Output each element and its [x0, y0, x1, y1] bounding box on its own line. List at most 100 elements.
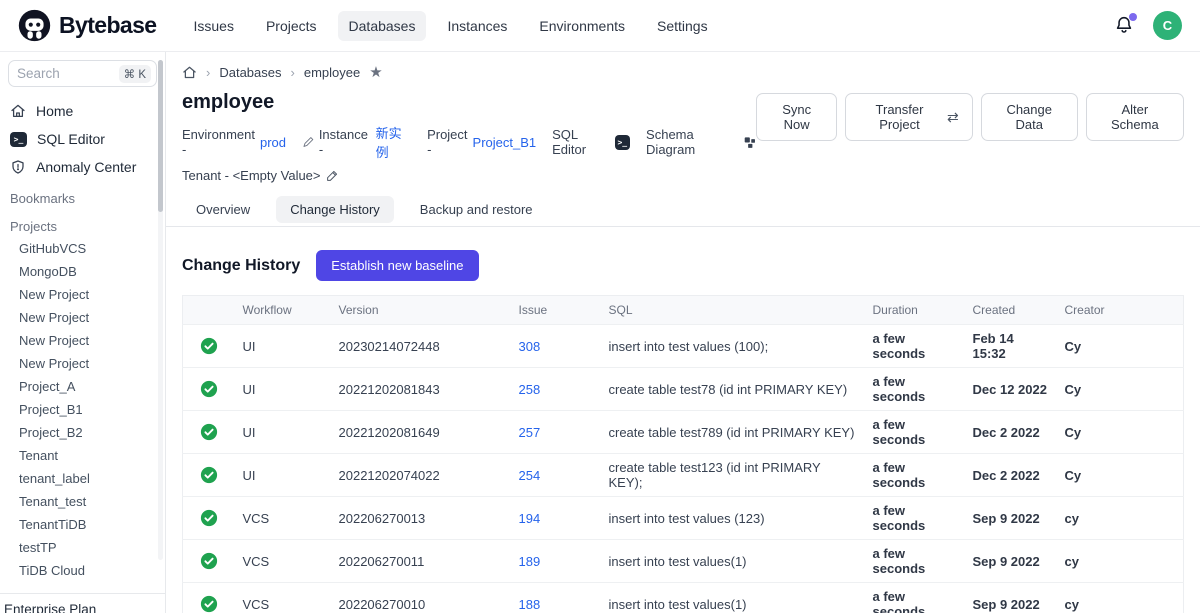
shield-icon [10, 159, 26, 175]
instance-link[interactable]: 新实例 [376, 123, 411, 161]
avatar[interactable]: C [1153, 11, 1182, 40]
sidebar-item-sql-editor[interactable]: >_ SQL Editor [0, 125, 165, 153]
environment-label: Environment - [182, 127, 255, 157]
cell-workflow: UI [235, 368, 331, 411]
table-row[interactable]: UI20230214072448308insert into test valu… [183, 325, 1184, 368]
sidebar-project-tenant-label[interactable]: tenant_label [0, 467, 165, 490]
table-row[interactable]: UI20221202081843 258 create table test78 (… [183, 368, 1184, 411]
sidebar-project-new-project[interactable]: New Project [0, 306, 165, 329]
sidebar-project-new-project[interactable]: New Project [0, 329, 165, 352]
home-icon[interactable] [182, 65, 197, 80]
nav-item-instances[interactable]: Instances [436, 11, 518, 41]
issue-link[interactable]: 254 [519, 468, 541, 483]
section-title: Change History [182, 257, 300, 275]
transfer-project-button[interactable]: Transfer Project⇄ [845, 93, 973, 141]
project-link[interactable]: Project_B1 [473, 135, 537, 150]
issue-link[interactable]: 189 [519, 554, 541, 569]
sidebar-item-label: Anomaly Center [36, 159, 136, 175]
issue-link[interactable]: 257 [519, 425, 541, 440]
tab-bar: Overview Change History Backup and restore [166, 196, 1200, 227]
tab-backup-and-restore[interactable]: Backup and restore [406, 196, 547, 223]
issue-link[interactable]: 258 [519, 382, 541, 397]
tenant-meta: Tenant - <Empty Value> [182, 168, 339, 183]
tab-overview[interactable]: Overview [182, 196, 264, 223]
breadcrumb: › Databases › employee ★ [182, 65, 1184, 80]
table-row[interactable]: UI20221202074022254create table test123 … [183, 454, 1184, 497]
cell-version: 20221202074022 [331, 454, 511, 497]
cell-sql: insert into test values(1) [601, 583, 865, 613]
page-title: employee [182, 91, 756, 114]
cell-version: 20221202081843 [331, 368, 511, 411]
table-row[interactable]: VCS202206270013194insert into test value… [183, 497, 1184, 540]
schema-diagram-label: Schema Diagram [646, 127, 738, 157]
sidebar-project-project-a[interactable]: Project_A [0, 375, 165, 398]
nav-item-issues[interactable]: Issues [182, 11, 244, 41]
search-input[interactable] [17, 66, 95, 81]
search-shortcut-badge: ⌘ K [119, 65, 151, 83]
cell-creator: cy [1057, 540, 1184, 583]
sidebar-project-project-b1[interactable]: Project_B1 [0, 398, 165, 421]
sidebar-project-tenanttidb[interactable]: TenantTiDB [0, 513, 165, 536]
edit-pencil-icon[interactable] [326, 169, 339, 182]
sidebar-project-githubvcs[interactable]: GitHubVCS [0, 237, 165, 260]
change-data-button[interactable]: Change Data [981, 93, 1078, 141]
brand-name: Bytebase [59, 12, 156, 39]
issue-link[interactable]: 188 [519, 597, 541, 612]
breadcrumb-employee[interactable]: employee [304, 65, 360, 80]
issue-link[interactable]: 308 [519, 339, 541, 354]
enterprise-plan[interactable]: Enterprise Plan [0, 593, 165, 613]
column-header-sql: SQL [601, 296, 865, 325]
sidebar-project-project-b2[interactable]: Project_B2 [0, 421, 165, 444]
alter-schema-button[interactable]: Alter Schema [1086, 93, 1184, 141]
nav-item-projects[interactable]: Projects [255, 11, 328, 41]
cell-created: Dec 2 2022 [965, 411, 1057, 454]
cell-creator: Cy [1057, 325, 1184, 368]
topnav-items: Issues Projects Databases Instances Environm… [182, 11, 718, 41]
column-header-status [183, 296, 235, 325]
notification-bell[interactable] [1113, 14, 1137, 38]
sync-now-button[interactable]: Sync Now [756, 93, 837, 141]
cell-status [183, 497, 235, 540]
brand-logo[interactable]: Bytebase [18, 9, 156, 42]
tabs: Overview Change History Backup and restore [182, 196, 1184, 223]
establish-baseline-button[interactable]: Establish new baseline [316, 250, 478, 281]
cell-issue: 189 [511, 540, 601, 583]
sidebar-scrollbar-thumb[interactable] [158, 60, 163, 212]
sidebar-project-mongodb[interactable]: MongoDB [0, 260, 165, 283]
tab-change-history[interactable]: Change History [276, 196, 394, 223]
sql-editor-label: SQL Editor [552, 127, 609, 157]
meta-line-2: Tenant - <Empty Value> [182, 168, 756, 183]
nav-item-databases[interactable]: Databases [338, 11, 427, 41]
breadcrumb-databases[interactable]: Databases [219, 65, 281, 80]
success-check-icon [200, 337, 218, 355]
nav-item-environments[interactable]: Environments [528, 11, 636, 41]
column-header-created: Created [965, 296, 1057, 325]
cell-sql: create table test78 (id int PRIMARY KEY) [601, 368, 865, 411]
sidebar-project-tenant-test[interactable]: Tenant_test [0, 490, 165, 513]
table-row[interactable]: VCS202206270010188insert into test value… [183, 583, 1184, 613]
nav-item-settings[interactable]: Settings [646, 11, 719, 41]
search-box[interactable]: ⌘ K [8, 60, 157, 87]
sql-editor-meta[interactable]: SQL Editor >_ [552, 127, 630, 157]
schema-diagram-meta[interactable]: Schema Diagram [646, 127, 756, 157]
sidebar-item-anomaly-center[interactable]: Anomaly Center [0, 153, 165, 181]
page-header: employee Environment - prod Instance - 新… [182, 80, 1184, 183]
sidebar-project-tenant[interactable]: Tenant [0, 444, 165, 467]
success-check-icon [200, 509, 218, 527]
cell-sql: insert into test values (123) [601, 497, 865, 540]
sidebar-project-tidb-cloud[interactable]: TiDB Cloud [0, 559, 165, 582]
sidebar-project-testtp[interactable]: testTP [0, 536, 165, 559]
cell-created: Sep 9 2022 [965, 583, 1057, 613]
topbar-right: C [1113, 11, 1182, 40]
sidebar-project-new-project[interactable]: New Project [0, 283, 165, 306]
sidebar-item-home[interactable]: Home [0, 97, 165, 125]
cell-sql: insert into test values (100); [601, 325, 865, 368]
table-row[interactable]: VCS202206270011189insert into test value… [183, 540, 1184, 583]
sidebar-project-new-project[interactable]: New Project [0, 352, 165, 375]
table-row[interactable]: UI20221202081649257create table test789 … [183, 411, 1184, 454]
swap-icon: ⇄ [947, 110, 959, 124]
cell-issue: 194 [511, 497, 601, 540]
bookmark-star-icon[interactable]: ★ [369, 65, 382, 80]
issue-link[interactable]: 194 [519, 511, 541, 526]
environment-link[interactable]: prod [260, 135, 286, 150]
